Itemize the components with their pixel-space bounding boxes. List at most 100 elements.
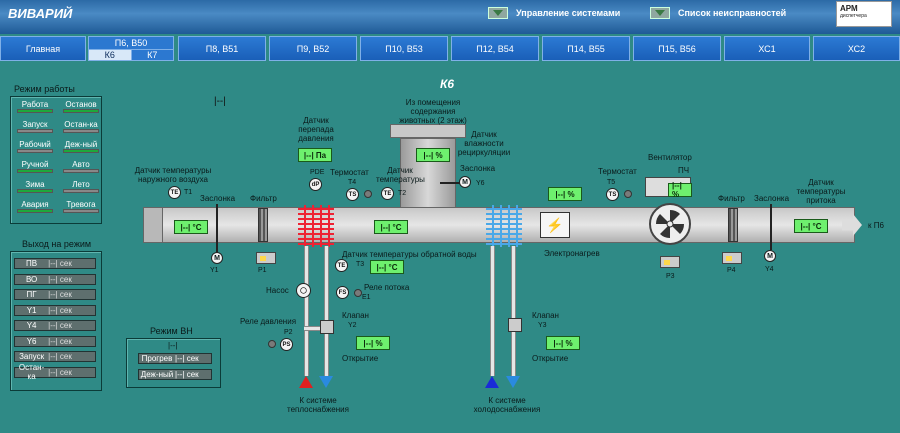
electric-heater-icon[interactable]: ⚡ <box>540 212 570 238</box>
motor-icon[interactable]: M <box>211 252 223 264</box>
tag-t3: T3 <box>356 261 365 268</box>
mode-indicator: Лето <box>61 180 101 194</box>
tab-p9-b52[interactable]: П9, В52 <box>269 36 357 61</box>
temp-sensor-icon[interactable]: TE <box>168 186 181 199</box>
mode-indicator: Запуск <box>15 120 55 134</box>
valve1-open-value: |--| % <box>356 336 390 350</box>
exit-row-label: Y1 <box>26 305 37 315</box>
filter-pressure-icon[interactable] <box>722 252 742 264</box>
mode-lamp <box>17 129 53 133</box>
status-lamp-icon <box>624 190 632 198</box>
exit-row-label: Y6 <box>26 336 37 346</box>
pressure-switch-icon[interactable]: PS <box>280 338 293 351</box>
mode-lamp <box>17 169 53 173</box>
scheme-indicator: |--| <box>214 96 226 107</box>
thermostat-icon[interactable]: TS <box>606 188 619 201</box>
exit-panel-title: Выход на режим <box>22 239 92 249</box>
recirc-hood-top <box>390 124 466 138</box>
mode-indicator: Остан-ка <box>61 120 101 134</box>
fan-icon[interactable] <box>649 203 691 245</box>
valve2-open-label: Открытие <box>532 354 569 363</box>
arm-logo: АРМ диспетчера <box>836 1 892 27</box>
mode-indicator-label: Зима <box>25 180 45 189</box>
flow-relay-label: Реле потока <box>364 283 410 292</box>
scheme-title: К6 <box>440 77 455 91</box>
mode-indicator: Деж-ный <box>61 140 101 154</box>
tab-p6-b50: П6, В50 К6 К7 <box>88 36 174 61</box>
tab-p12-b54[interactable]: П12, В54 <box>451 36 539 61</box>
exit-row: Y6 |--| сек <box>14 335 96 347</box>
tab-p6-b50-label[interactable]: П6, В50 <box>89 37 173 49</box>
mode-indicator: Работа <box>15 100 55 114</box>
temp-sensor-icon[interactable]: TE <box>381 187 394 200</box>
filter1-label: Фильтр <box>250 194 277 203</box>
tab-xc2[interactable]: ХС2 <box>813 36 900 61</box>
tab-p8-b51[interactable]: П8, В51 <box>178 36 266 61</box>
mode-lamp <box>17 109 53 113</box>
motor-icon[interactable]: M <box>459 176 471 188</box>
motor-icon[interactable]: M <box>764 250 776 262</box>
humidity-label: Датчик влажности рециркуляции <box>457 130 511 157</box>
valve2-open-value: |--| % <box>546 336 580 350</box>
supply-temp-label: Датчик температуры притока <box>796 178 846 205</box>
temp-sensor-icon[interactable]: TE <box>335 259 348 272</box>
mode-indicator-label: Рабочий <box>19 140 51 149</box>
tab-p14-b55[interactable]: П14, В55 <box>542 36 630 61</box>
fan-label: Вентилятор <box>648 153 692 162</box>
tab-main[interactable]: Главная <box>0 36 86 61</box>
tag-p1: P1 <box>258 267 267 274</box>
tag-t5: T5 <box>607 179 616 186</box>
tag-y1: Y1 <box>210 267 219 274</box>
damper2-icon <box>770 204 772 250</box>
cold-supply-arrow-icon <box>485 376 499 388</box>
mode-lamp <box>63 209 99 213</box>
mode-indicator-label: Деж-ный <box>64 140 98 149</box>
exit-row-value: |--| сек <box>48 274 72 284</box>
flow-switch-icon[interactable]: FS <box>336 286 349 299</box>
exit-row-value: |--| сек <box>48 290 72 299</box>
fc-label: ПЧ <box>678 166 690 175</box>
tab-k7[interactable]: К7 <box>130 48 173 60</box>
outdoor-temp-label: Датчик температуры наружного воздуха <box>134 166 212 184</box>
filter-pressure-icon[interactable] <box>256 252 276 264</box>
tab-xc1[interactable]: ХС1 <box>724 36 810 61</box>
mode-indicator: Авария <box>15 200 55 214</box>
mode-indicator-label: Остан-ка <box>64 120 98 129</box>
thermostat-icon[interactable]: TS <box>346 188 359 201</box>
mode-lamp <box>63 169 99 173</box>
exit-row-value: |--| сек <box>48 259 72 268</box>
tab-p15-b56[interactable]: П15, В56 <box>633 36 721 61</box>
status-lamp-icon <box>354 289 362 297</box>
fault-list-button[interactable]: Список неисправностей <box>650 6 786 20</box>
exit-row-label: Запуск <box>19 352 45 361</box>
tag-t4: T4 <box>348 179 357 186</box>
app-title: ВИВАРИЙ <box>8 6 73 21</box>
valve-icon[interactable] <box>320 320 334 334</box>
fan-pressure-icon[interactable] <box>660 256 680 268</box>
mode-indicator: Авто <box>61 160 101 174</box>
tag-y6: Y6 <box>476 180 485 187</box>
damper6-label: Заслонка <box>460 164 496 173</box>
tab-p10-b53[interactable]: П10, В53 <box>360 36 448 61</box>
mode-lamp <box>63 189 99 193</box>
dropdown-arrow-icon <box>650 7 670 19</box>
mode-lamp <box>63 129 99 133</box>
vn-row: Прогрев |--| сек <box>138 353 212 364</box>
damper2-label: Заслонка <box>754 194 790 203</box>
damper6-icon <box>440 182 460 184</box>
exit-row: ПГ |--| сек <box>14 289 96 300</box>
heating-coil-icon <box>298 205 334 247</box>
pump-icon[interactable]: ◯ <box>296 283 311 298</box>
thermostat1-label: Термостат <box>330 168 369 177</box>
cold-return-pipe <box>511 246 516 376</box>
mode-indicator-label: Останов <box>65 100 97 109</box>
mode-indicator: Останов <box>61 100 101 114</box>
valve2-label: Клапан <box>532 311 559 320</box>
dp-sensor-icon[interactable]: dP <box>309 178 322 191</box>
temp-sensor-label: Датчик температуры <box>376 166 425 184</box>
heat-supply-label: К системе теплоснабжения <box>287 396 349 414</box>
systems-control-button[interactable]: Управление системами <box>488 6 620 20</box>
valve-icon[interactable] <box>508 318 522 332</box>
tab-k6[interactable]: К6 <box>89 48 131 60</box>
heater-percent-value: |--| % <box>548 187 582 201</box>
